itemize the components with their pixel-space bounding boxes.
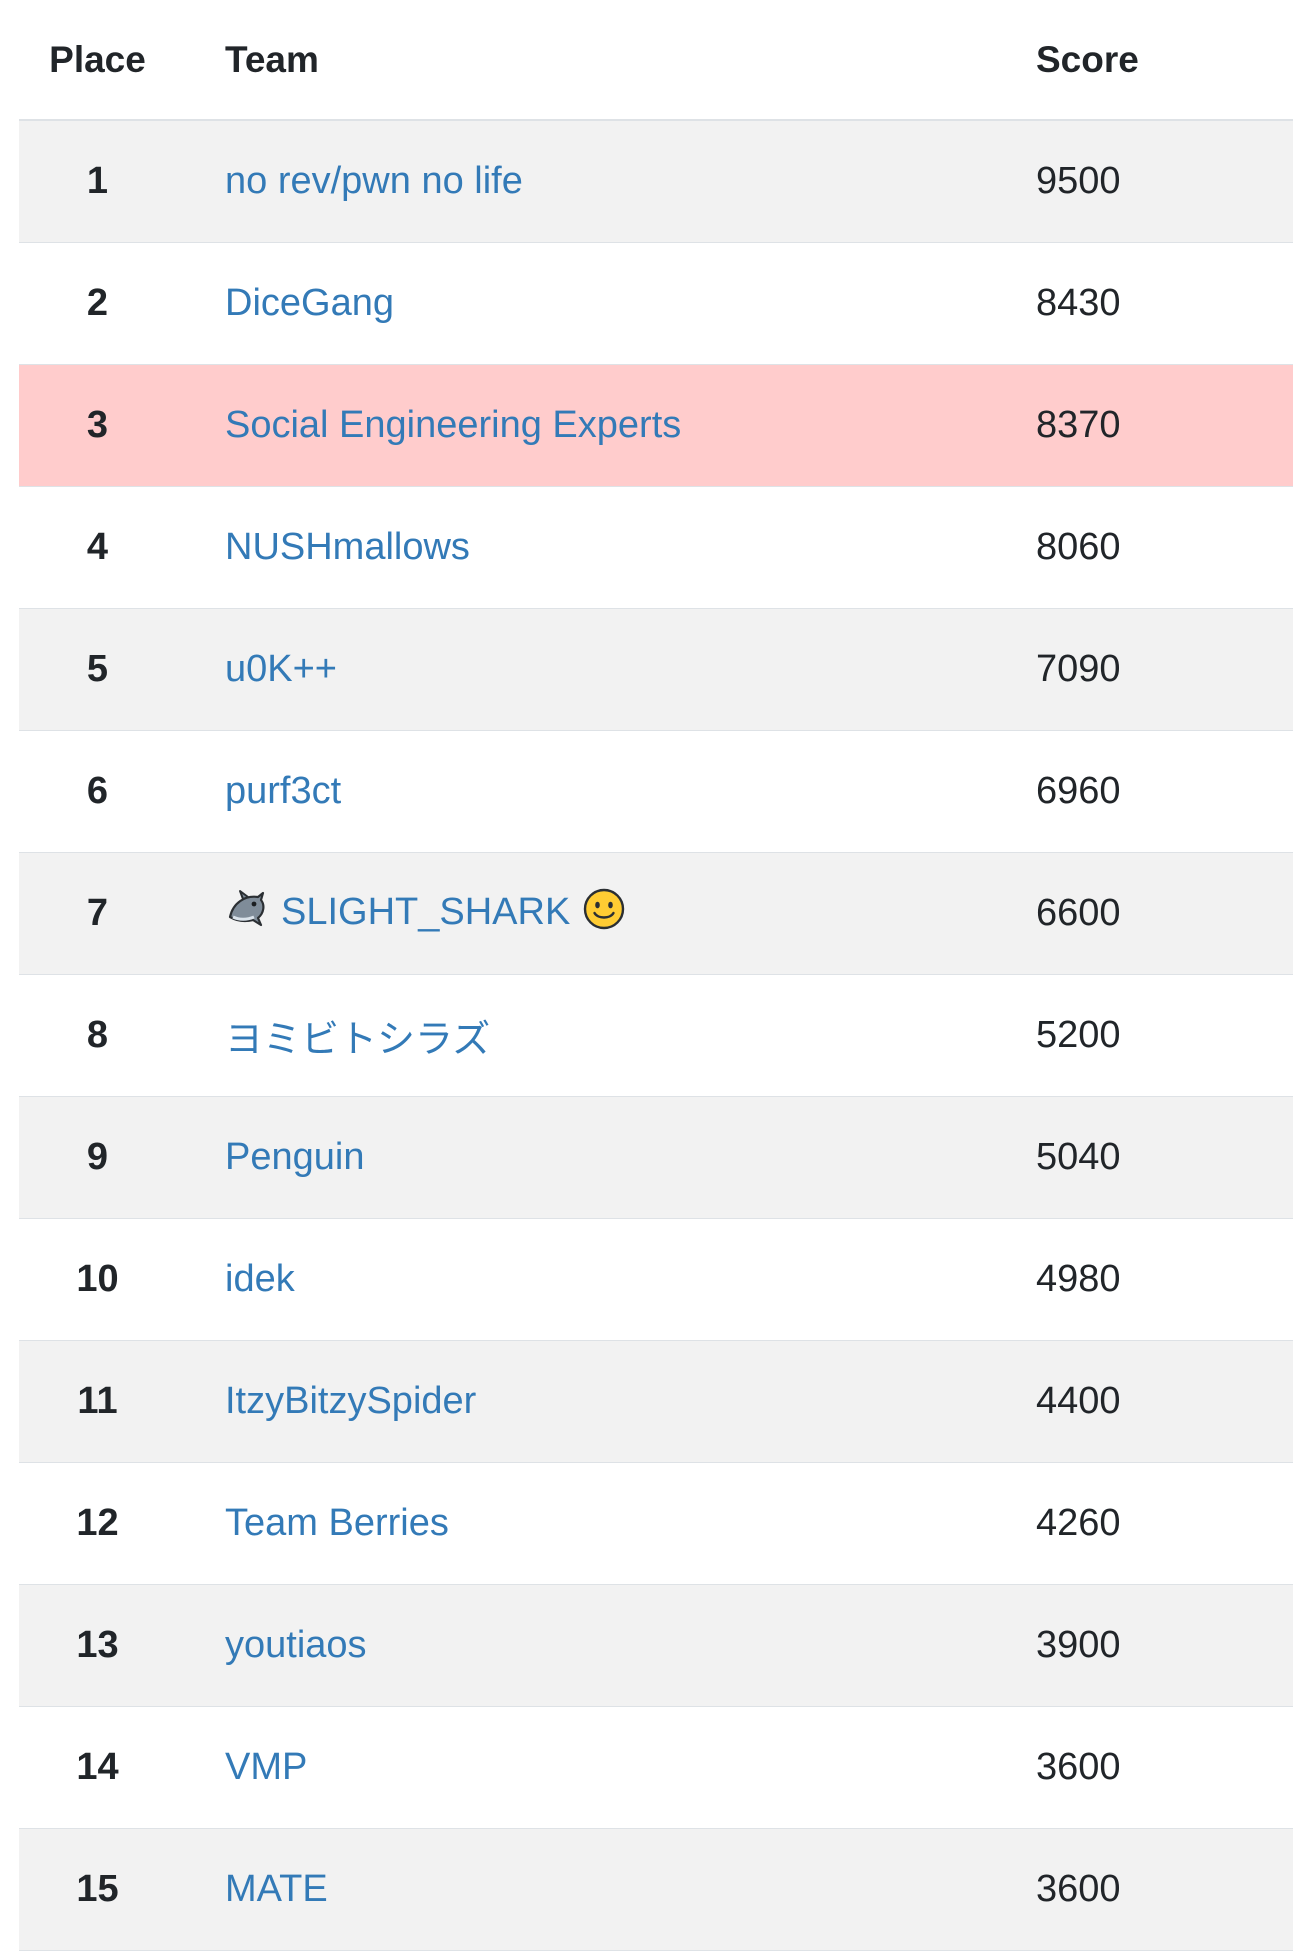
table-row: 8 ヨミビトシラズ 5200: [19, 974, 1293, 1097]
team-link[interactable]: ItzyBitzySpider: [225, 1380, 476, 1422]
table-row: 11 ItzyBitzySpider 4400: [19, 1340, 1293, 1463]
score-cell: 8430: [1010, 242, 1293, 365]
score-cell: 4980: [1010, 1218, 1293, 1341]
team-link[interactable]: idek: [225, 1258, 295, 1300]
place-cell: 8: [19, 974, 176, 1097]
score-cell: 4260: [1010, 1462, 1293, 1585]
place-cell: 3: [19, 364, 176, 487]
place-cell: 15: [19, 1828, 176, 1951]
table-header-row: Place Team Score: [19, 0, 1293, 121]
table-row: 12 Team Berries 4260: [19, 1462, 1293, 1585]
table-row-highlighted: 3 Social Engineering Experts 8370: [19, 364, 1293, 487]
smiley-face-icon: [582, 887, 626, 931]
team-link-label: SLIGHT_SHARK: [281, 890, 571, 933]
score-cell: 9500: [1010, 120, 1293, 243]
table-row: 1 no rev/pwn no life 9500: [19, 120, 1293, 243]
score-cell: 6960: [1010, 730, 1293, 853]
team-cell: VMP: [176, 1706, 1010, 1829]
team-link[interactable]: Team Berries: [225, 1502, 449, 1544]
team-cell: SLIGHT_SHARK: [176, 852, 1010, 975]
team-cell: u0K++: [176, 608, 1010, 731]
scoreboard-page: Place Team Score 1 no rev/pwn no life 95…: [0, 0, 1308, 1959]
dolphin-icon: [225, 887, 269, 931]
score-cell: 5040: [1010, 1096, 1293, 1219]
place-column-header: Place: [19, 0, 176, 121]
place-cell: 7: [19, 852, 176, 975]
table-row: 4 NUSHmallows 8060: [19, 486, 1293, 609]
table-row: 6 purf3ct 6960: [19, 730, 1293, 853]
team-link[interactable]: VMP: [225, 1746, 307, 1788]
team-link[interactable]: u0K++: [225, 648, 337, 690]
team-cell: NUSHmallows: [176, 486, 1010, 609]
score-cell: 8060: [1010, 486, 1293, 609]
scoreboard-table: Place Team Score 1 no rev/pwn no life 95…: [19, 0, 1293, 1951]
team-link[interactable]: youtiaos: [225, 1624, 367, 1666]
place-cell: 13: [19, 1584, 176, 1707]
score-cell: 5200: [1010, 974, 1293, 1097]
team-link[interactable]: ヨミビトシラズ: [225, 1019, 490, 1061]
team-link[interactable]: Social Engineering Experts: [225, 404, 681, 446]
team-cell: MATE: [176, 1828, 1010, 1951]
team-cell: ヨミビトシラズ: [176, 974, 1010, 1097]
place-cell: 2: [19, 242, 176, 365]
team-link[interactable]: NUSHmallows: [225, 526, 470, 568]
table-row: 15 MATE 3600: [19, 1828, 1293, 1951]
score-cell: 7090: [1010, 608, 1293, 731]
table-row: 13 youtiaos 3900: [19, 1584, 1293, 1707]
table-row: 5 u0K++ 7090: [19, 608, 1293, 731]
place-cell: 11: [19, 1340, 176, 1463]
team-link[interactable]: DiceGang: [225, 282, 394, 324]
table-row: 10 idek 4980: [19, 1218, 1293, 1341]
table-row: 14 VMP 3600: [19, 1706, 1293, 1829]
team-cell: DiceGang: [176, 242, 1010, 365]
team-link[interactable]: no rev/pwn no life: [225, 160, 523, 202]
team-link[interactable]: Penguin: [225, 1136, 364, 1178]
team-cell: idek: [176, 1218, 1010, 1341]
team-cell: youtiaos: [176, 1584, 1010, 1707]
team-cell: no rev/pwn no life: [176, 120, 1010, 243]
table-row: 2 DiceGang 8430: [19, 242, 1293, 365]
place-cell: 10: [19, 1218, 176, 1341]
score-cell: 4400: [1010, 1340, 1293, 1463]
score-column-header: Score: [1010, 0, 1293, 121]
score-cell: 3600: [1010, 1828, 1293, 1951]
team-link-with-icons[interactable]: SLIGHT_SHARK: [225, 889, 626, 933]
place-cell: 5: [19, 608, 176, 731]
table-row: 7 SLIGHT_SHARK 6600: [19, 852, 1293, 975]
score-cell: 3600: [1010, 1706, 1293, 1829]
team-cell: Penguin: [176, 1096, 1010, 1219]
table-row: 9 Penguin 5040: [19, 1096, 1293, 1219]
score-cell: 8370: [1010, 364, 1293, 487]
place-cell: 1: [19, 120, 176, 243]
score-cell: 6600: [1010, 852, 1293, 975]
score-cell: 3900: [1010, 1584, 1293, 1707]
place-cell: 12: [19, 1462, 176, 1585]
team-cell: purf3ct: [176, 730, 1010, 853]
place-cell: 9: [19, 1096, 176, 1219]
place-cell: 14: [19, 1706, 176, 1829]
team-column-header: Team: [176, 0, 1010, 121]
place-cell: 6: [19, 730, 176, 853]
team-cell: Social Engineering Experts: [176, 364, 1010, 487]
place-cell: 4: [19, 486, 176, 609]
team-link[interactable]: purf3ct: [225, 770, 341, 812]
team-cell: ItzyBitzySpider: [176, 1340, 1010, 1463]
team-link[interactable]: MATE: [225, 1868, 328, 1910]
team-cell: Team Berries: [176, 1462, 1010, 1585]
